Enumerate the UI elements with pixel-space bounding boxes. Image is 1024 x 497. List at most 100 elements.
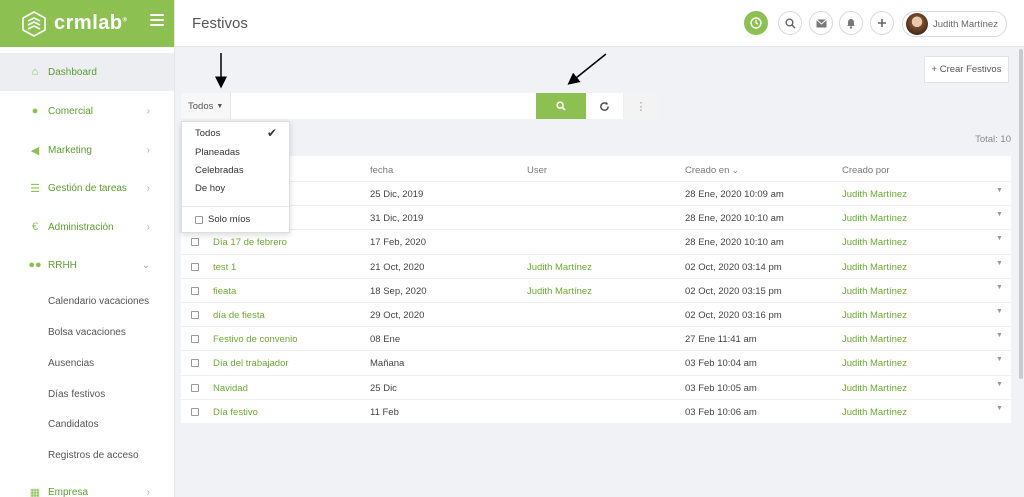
row-checkbox[interactable] <box>191 311 199 319</box>
filter-dropdown-button[interactable]: Todos ▼ <box>181 93 231 119</box>
refresh-icon <box>600 101 609 111</box>
refresh-button[interactable] <box>586 93 624 119</box>
row-checkbox[interactable] <box>191 262 199 271</box>
column-header-creado-por[interactable]: Creado por <box>842 165 890 176</box>
table-row[interactable]: fieata 18 Sep, 2020 Judith Martínez 02 Oct,… <box>181 277 1011 302</box>
cell-creado-por[interactable]: Judith Martínez <box>842 213 907 224</box>
filter-option-todos[interactable]: Todos <box>195 128 277 139</box>
page-title: Festivos <box>192 15 248 32</box>
cell-creado-en: 28 Ene, 2020 10:10 am <box>685 213 784 225</box>
cell-name[interactable]: test 1 <box>213 262 236 273</box>
clock-icon[interactable] <box>744 11 768 35</box>
more-options-button[interactable]: ⋮ <box>624 93 658 119</box>
cell-name[interactable]: Festivo de convenio <box>213 334 298 345</box>
sidebar-item-marketing[interactable]: ◀ Marketing › <box>0 131 174 169</box>
cell-creado-en: 03 Feb 10:04 am <box>685 358 757 370</box>
column-header-fecha[interactable]: fecha <box>370 165 393 176</box>
cell-name[interactable]: fieata <box>213 286 236 297</box>
cell-creado-por[interactable]: Judith Martínez <box>842 286 907 297</box>
check-icon: ✔ <box>266 126 277 140</box>
sidebar-subitem-candidatos[interactable]: Candidatos <box>48 419 99 430</box>
sidebar-item-gestion-tareas[interactable]: ☰ Gestión de tareas › <box>0 169 174 207</box>
bell-icon[interactable] <box>839 11 863 35</box>
cell-creado-por[interactable]: Judith Martínez <box>842 310 907 321</box>
row-actions-caret-icon[interactable]: ▼ <box>996 260 1003 267</box>
row-actions-caret-icon[interactable]: ▼ <box>996 211 1003 218</box>
sidebar-item-comercial[interactable]: ● Comercial › <box>0 92 174 130</box>
cell-name[interactable]: Navidad <box>213 383 248 394</box>
cell-fecha: 29 Oct, 2020 <box>370 310 425 321</box>
sidebar-item-rrhh[interactable]: ●● RRHH ⌄ <box>0 246 174 284</box>
column-header-creado-en[interactable]: Creado en ⌄ <box>685 165 739 176</box>
checkbox[interactable] <box>195 215 203 224</box>
table-row[interactable]: Festivo de convenio 08 Ene 27 Ene 11:41 am… <box>181 326 1011 350</box>
row-checkbox[interactable] <box>191 383 199 392</box>
row-actions-caret-icon[interactable]: ▼ <box>996 187 1003 194</box>
scrollbar-thumb[interactable] <box>1019 49 1023 379</box>
building-icon: ▦ <box>29 486 41 497</box>
search-button[interactable] <box>536 93 586 119</box>
cell-fecha: 18 Sep, 2020 <box>370 285 427 297</box>
table-row[interactable]: Día del trabajador Mañana 03 Feb 10:04 am J… <box>181 350 1011 374</box>
filter-option-celebradas[interactable]: Celebradas <box>195 165 244 176</box>
cell-creado-por[interactable]: Judith Martínez <box>842 334 907 345</box>
sidebar-item-dashboard[interactable]: ⌂ Dashboard <box>0 53 174 91</box>
row-checkbox[interactable] <box>191 335 199 344</box>
mail-icon[interactable] <box>809 11 833 35</box>
cell-name[interactable]: Día 17 de febrero <box>213 237 287 248</box>
row-actions-caret-icon[interactable]: ▼ <box>996 235 1003 242</box>
plus-icon[interactable] <box>870 11 894 35</box>
row-actions-caret-icon[interactable]: ▼ <box>996 284 1003 291</box>
sidebar-item-administracion[interactable]: € Administración › <box>0 208 174 246</box>
filter-option-de-hoy[interactable]: De hoy <box>195 183 225 194</box>
row-checkbox[interactable] <box>191 407 199 416</box>
cell-fecha: 25 Dic, 2019 <box>370 189 424 200</box>
table-row[interactable]: test 1 21 Oct, 2020 Judith Martínez 02 Oct,… <box>181 253 1011 278</box>
cell-creado-por[interactable]: Judith Martínez <box>842 237 907 248</box>
table-row[interactable]: día de fiesta 29 Oct, 2020 02 Oct, 2020 03… <box>181 302 1011 326</box>
row-actions-caret-icon[interactable]: ▼ <box>996 405 1003 412</box>
cell-creado-en: 03 Feb 10:05 am <box>685 382 757 394</box>
sidebar-subitem-dias-festivos[interactable]: Días festivos <box>48 389 105 400</box>
search-icon[interactable] <box>778 11 802 35</box>
table-row[interactable]: 25 Dic, 2019 28 Ene, 2020 10:09 am Judith … <box>181 181 1011 205</box>
cell-creado-por[interactable]: Judith Martínez <box>842 262 907 273</box>
row-actions-caret-icon[interactable]: ▼ <box>996 356 1003 363</box>
search-input[interactable] <box>231 93 536 119</box>
column-header-label: Creado en <box>685 165 730 176</box>
cell-creado-en: 27 Ene 11:41 am <box>685 334 757 346</box>
cell-creado-por[interactable]: Judith Martínez <box>842 383 907 394</box>
sidebar-subitem-calendario-vacaciones[interactable]: Calendario vacaciones <box>48 296 149 307</box>
menu-toggle-icon[interactable] <box>150 14 164 26</box>
cell-user[interactable]: Judith Martínez <box>527 286 592 297</box>
cell-creado-por[interactable]: Judith Martínez <box>842 407 907 418</box>
cell-creado-por[interactable]: Judith Martínez <box>842 358 907 369</box>
sidebar-item-empresa[interactable]: ▦ Empresa › <box>0 473 174 497</box>
list-icon: ☰ <box>30 182 40 195</box>
sidebar-subitem-registros-acceso[interactable]: Registros de acceso <box>48 450 139 461</box>
search-icon <box>556 101 566 111</box>
cell-name[interactable]: Día festivo <box>213 407 258 418</box>
filter-option-planeadas[interactable]: Planeadas <box>195 147 240 158</box>
table-row[interactable]: Día festivo 11 Feb 03 Feb 10:06 am Judith M… <box>181 398 1011 423</box>
create-festivo-button[interactable]: + Crear Festivos <box>924 56 1009 83</box>
cell-name[interactable]: Día del trabajador <box>213 358 289 369</box>
user-menu[interactable]: Judith Martínez <box>902 11 1007 37</box>
row-checkbox[interactable] <box>191 238 199 247</box>
sidebar-subitem-ausencias[interactable]: Ausencias <box>48 358 94 369</box>
row-actions-caret-icon[interactable]: ▼ <box>996 381 1003 388</box>
table-row[interactable]: Día 17 de febrero 17 Feb, 2020 28 Ene, 202… <box>181 229 1011 253</box>
column-header-user[interactable]: User <box>527 165 547 176</box>
sidebar-subitem-bolsa-vacaciones[interactable]: Bolsa vacaciones <box>48 327 126 338</box>
row-checkbox[interactable] <box>191 359 199 368</box>
cell-creado-por[interactable]: Judith Martínez <box>842 189 907 200</box>
cell-name[interactable]: día de fiesta <box>213 310 265 321</box>
row-checkbox[interactable] <box>191 286 199 295</box>
filter-option-solo-mios[interactable]: Solo míos <box>195 214 250 225</box>
sidebar: crmlab® ⌂ Dashboard ● Comercial › ◀ Mark… <box>0 0 175 497</box>
row-actions-caret-icon[interactable]: ▼ <box>996 332 1003 339</box>
cell-user[interactable]: Judith Martínez <box>527 262 592 273</box>
table-row[interactable]: Navidad 25 Dic 03 Feb 10:05 am Judith Martí… <box>181 374 1011 399</box>
row-actions-caret-icon[interactable]: ▼ <box>996 308 1003 315</box>
table-row[interactable]: 31 Dic, 2019 28 Ene, 2020 10:10 am Judith … <box>181 205 1011 229</box>
